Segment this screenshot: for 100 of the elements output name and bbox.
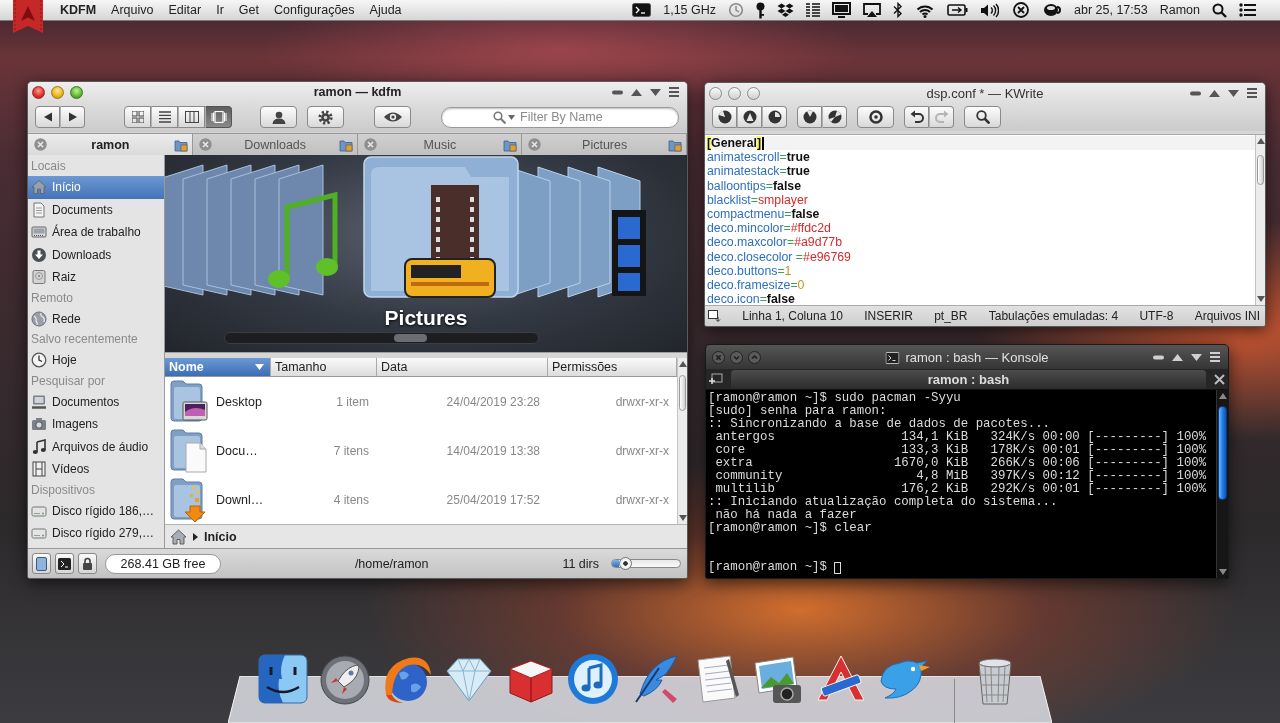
smiley-tile-icon[interactable]: [255, 651, 311, 707]
zoom-slider[interactable]: [611, 559, 681, 568]
scrollbar-thumb[interactable]: [1218, 406, 1227, 500]
up-arrow-icon[interactable]: [1172, 353, 1183, 361]
bars-icon[interactable]: [806, 3, 821, 17]
close-button[interactable]: [709, 86, 722, 100]
menu-item[interactable]: Configurações: [273, 3, 355, 17]
minimize-button[interactable]: [728, 86, 741, 100]
forward-button[interactable]: [60, 106, 85, 128]
folder-icon[interactable]: [503, 137, 518, 152]
view-mode-button[interactable]: [205, 106, 232, 128]
sidebar-item[interactable]: Raiz: [28, 266, 164, 289]
box-icon[interactable]: [777, 2, 795, 18]
file-row[interactable]: Downl… 4 itens 25/04/2019 17:52 drwxr-xr-x: [165, 475, 677, 524]
user-name[interactable]: Ramon: [1159, 3, 1200, 17]
scroll-down-icon[interactable]: [678, 515, 687, 521]
menu-item[interactable]: Get: [238, 3, 259, 17]
clock-icon[interactable]: [728, 2, 745, 18]
zoom-button[interactable]: [70, 85, 83, 99]
speaker-icon[interactable]: [980, 2, 1000, 18]
breadcrumb-link[interactable]: Início: [204, 529, 237, 544]
sidebar-item[interactable]: Início: [28, 176, 164, 199]
scroll-up-icon[interactable]: [1256, 138, 1265, 144]
user-button[interactable]: [260, 106, 297, 128]
view-mode-button[interactable]: [151, 106, 178, 128]
down-arrow-icon[interactable]: [1228, 89, 1239, 97]
close-icon[interactable]: [1214, 373, 1225, 385]
slider-thumb[interactable]: [618, 557, 632, 570]
up-arrow-icon[interactable]: [1209, 89, 1220, 97]
minimize-icon[interactable]: [612, 89, 623, 95]
column-header[interactable]: Tamanho: [271, 358, 377, 377]
folder-tab[interactable]: ramon: [28, 134, 193, 155]
toolbar-button[interactable]: [737, 106, 762, 128]
battery-icon[interactable]: [947, 4, 969, 16]
down-arrow-icon[interactable]: [1191, 353, 1202, 361]
sidebar-item[interactable]: Hoje: [28, 349, 164, 372]
menu-icon[interactable]: [1247, 88, 1257, 98]
folder-icon[interactable]: [338, 137, 353, 152]
scrollbar-thumb[interactable]: [679, 375, 686, 411]
menu-item[interactable]: Arquivo: [111, 3, 154, 17]
close-button[interactable]: [32, 85, 45, 99]
menu-item[interactable]: Ir: [216, 3, 224, 17]
sidebar-item[interactable]: Documentos: [28, 390, 164, 413]
back-button[interactable]: [35, 106, 60, 128]
app-menu[interactable]: KDFM: [60, 3, 97, 17]
folder-tab[interactable]: Downloads: [192, 134, 358, 155]
folder-tab[interactable]: Music: [357, 134, 523, 155]
menu-item[interactable]: Ajuda: [369, 3, 402, 17]
terminal-tab[interactable]: ramon : bash: [731, 370, 1206, 389]
column-header[interactable]: Nome: [165, 358, 271, 377]
sidebar-item[interactable]: Documents: [28, 198, 164, 221]
coverflow-panel[interactable]: Pictures: [165, 155, 687, 352]
scroll-down-icon[interactable]: [1256, 296, 1265, 302]
up-arrow-icon[interactable]: [631, 88, 642, 96]
search-icon[interactable]: [1212, 2, 1227, 18]
new-tab-icon[interactable]: [709, 373, 723, 385]
toolbar-button[interactable]: [904, 106, 929, 128]
toolbar-button[interactable]: [964, 106, 1001, 128]
sidebar-item[interactable]: Disco rígido 186,…: [28, 499, 164, 522]
search-field[interactable]: Filter By Name: [441, 106, 679, 128]
wifi-icon[interactable]: [915, 2, 936, 18]
scroll-down-icon[interactable]: [1218, 569, 1227, 575]
music-note-icon[interactable]: [565, 651, 621, 707]
list-icon[interactable]: [1239, 3, 1256, 17]
sidebar-item[interactable]: Disco rígido 279,…: [28, 522, 164, 545]
toolbar-button[interactable]: [762, 106, 787, 128]
file-row[interactable]: Desktop 1 item 24/04/2019 23:28 drwxr-xr-x: [165, 377, 677, 426]
editor-area[interactable]: [705, 135, 1255, 305]
minimize-button[interactable]: [51, 85, 64, 99]
screen-triangle-icon[interactable]: [863, 2, 882, 18]
sidebar-item[interactable]: Imagens: [28, 413, 164, 436]
scroll-up-icon[interactable]: [678, 361, 687, 367]
down-arrow-icon[interactable]: [650, 88, 661, 96]
scrollbar-thumb[interactable]: [1257, 155, 1264, 185]
x-circle-icon[interactable]: [1011, 1, 1032, 19]
monitor-icon[interactable]: [832, 2, 852, 18]
folder-icon[interactable]: [173, 137, 188, 152]
scrollbar-thumb[interactable]: [393, 334, 427, 342]
scroll-up-icon[interactable]: [1218, 393, 1227, 399]
file-row[interactable]: Docu… 7 itens 14/04/2019 13:38 drwxr-xr-x: [165, 426, 677, 475]
sidebar-item[interactable]: Vídeos: [28, 458, 164, 481]
minimize-icon[interactable]: [1153, 354, 1164, 360]
column-header[interactable]: Permissões: [548, 358, 677, 377]
bluetooth-icon[interactable]: [893, 2, 904, 18]
view-mode-button[interactable]: [124, 106, 151, 128]
toolbar-button[interactable]: [822, 106, 847, 128]
toolbar-button[interactable]: [797, 106, 822, 128]
lock-button[interactable]: [78, 553, 97, 574]
clock-text[interactable]: abr 25, 17:53: [1074, 3, 1148, 17]
sidebar-item[interactable]: Rede: [28, 307, 164, 330]
view-mode-button[interactable]: [178, 106, 205, 128]
cup-icon[interactable]: [1043, 2, 1063, 18]
toolbar-button[interactable]: [712, 106, 737, 128]
key-icon[interactable]: [756, 1, 766, 19]
terminal-icon[interactable]: [632, 3, 652, 17]
sidebar-item[interactable]: Downloads: [28, 243, 164, 266]
terminal-button[interactable]: [55, 553, 74, 574]
menu-item[interactable]: Editar: [168, 3, 202, 17]
minimize-icon[interactable]: [1190, 90, 1201, 96]
coverflow-scrollbar[interactable]: [223, 332, 539, 344]
